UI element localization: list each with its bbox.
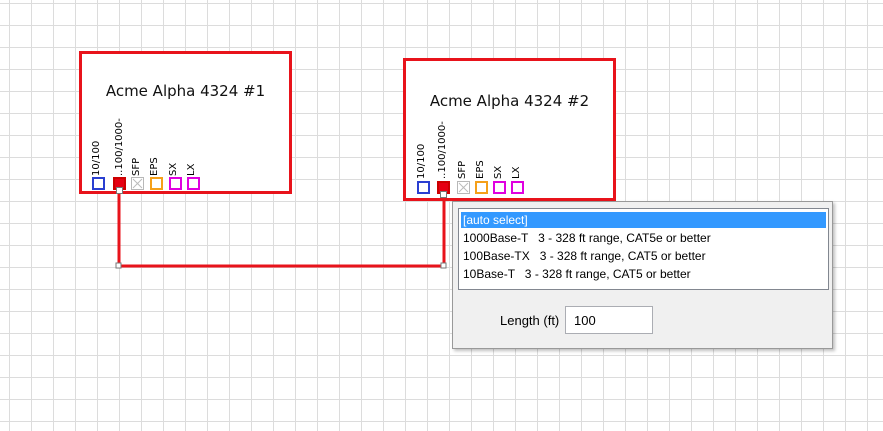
link-handle[interactable] bbox=[440, 262, 447, 269]
cable-type-popup: [auto select] 1000Base-T 3 - 328 ft rang… bbox=[452, 201, 833, 349]
port-10-100[interactable] bbox=[92, 177, 105, 190]
port-sx[interactable] bbox=[169, 177, 182, 190]
port-label: LX bbox=[186, 163, 197, 176]
port-lx[interactable] bbox=[187, 177, 200, 190]
cable-option-auto[interactable]: [auto select] bbox=[461, 212, 826, 228]
length-input[interactable] bbox=[565, 306, 653, 334]
port-sfp[interactable] bbox=[131, 177, 144, 190]
device-node[interactable]: Acme Alpha 4324 #1 10/100 ..100/1000- SF… bbox=[79, 51, 292, 194]
port-label: SFP bbox=[131, 157, 142, 176]
port-eps[interactable] bbox=[475, 181, 488, 194]
cable-type-list[interactable]: [auto select] 1000Base-T 3 - 328 ft rang… bbox=[458, 208, 829, 290]
network-link[interactable] bbox=[117, 193, 446, 268]
cable-option-10base-t[interactable]: 10Base-T 3 - 328 ft range, CAT5 or bette… bbox=[461, 266, 826, 282]
port-label: SX bbox=[168, 162, 179, 176]
device-title: Acme Alpha 4324 #1 bbox=[105, 82, 266, 100]
port-sfp[interactable] bbox=[457, 181, 470, 194]
disabled-x-icon bbox=[458, 182, 469, 193]
port-label: EPS bbox=[149, 157, 160, 176]
disabled-x-icon bbox=[132, 178, 143, 189]
port-label: ..100/1000- bbox=[437, 121, 448, 179]
port-label: LX bbox=[511, 166, 522, 179]
port-label: SFP bbox=[457, 160, 468, 179]
port-anchor-handle[interactable] bbox=[116, 187, 123, 194]
cable-option-100base-tx[interactable]: 100Base-TX 3 - 328 ft range, CAT5 or bet… bbox=[461, 248, 826, 264]
port-anchor-handle[interactable] bbox=[440, 191, 447, 198]
device-title: Acme Alpha 4324 #2 bbox=[429, 92, 590, 110]
port-sx[interactable] bbox=[493, 181, 506, 194]
port-label: ..100/1000- bbox=[114, 118, 125, 176]
device-node[interactable]: Acme Alpha 4324 #2 10/100 ..100/1000- SF… bbox=[403, 58, 616, 201]
port-label: 10/100 bbox=[416, 143, 427, 179]
cable-option-1000base-t[interactable]: 1000Base-T 3 - 328 ft range, CAT5e or be… bbox=[461, 230, 826, 246]
length-label: Length (ft) bbox=[500, 313, 560, 328]
link-handle[interactable] bbox=[115, 262, 122, 269]
port-eps[interactable] bbox=[150, 177, 163, 190]
port-10-100[interactable] bbox=[417, 181, 430, 194]
port-label: 10/100 bbox=[91, 140, 102, 176]
port-lx[interactable] bbox=[511, 181, 524, 194]
port-label: SX bbox=[493, 165, 504, 179]
port-label: EPS bbox=[475, 160, 486, 179]
